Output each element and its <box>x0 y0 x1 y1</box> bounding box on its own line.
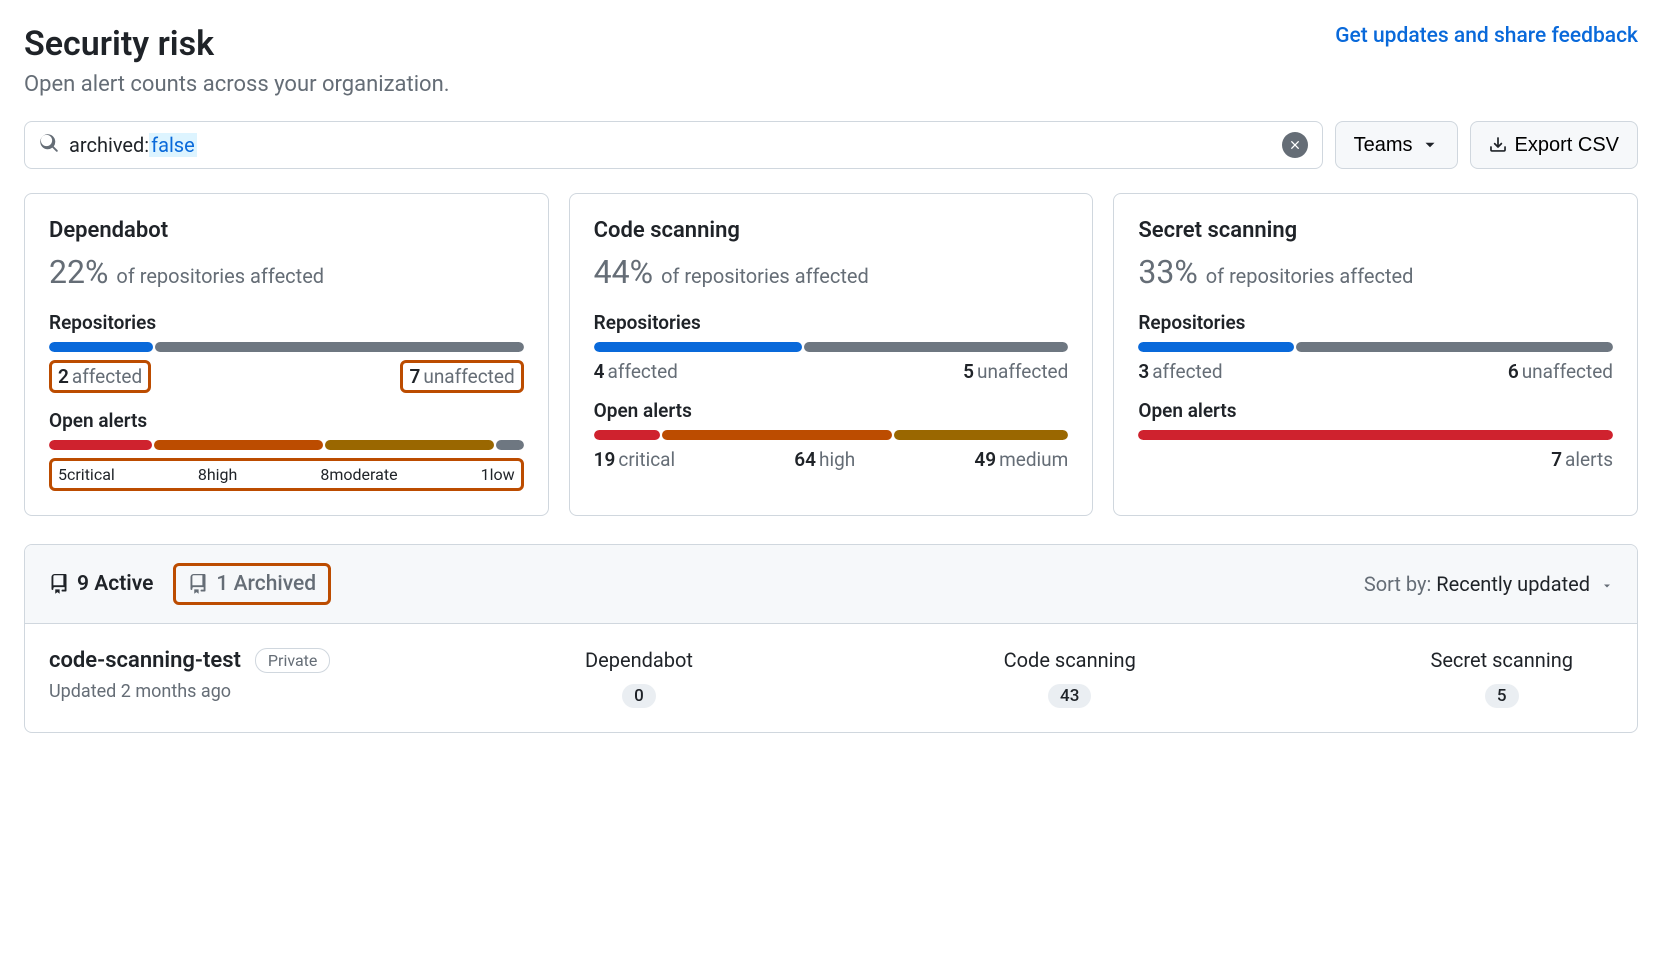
alerts-bar <box>49 440 524 450</box>
search-icon <box>39 133 59 158</box>
repositories-bar <box>594 342 1069 352</box>
unaffected-stat[interactable]: 7unaffected <box>400 360 523 393</box>
code-scanning-card: Code scanning 44% of repositories affect… <box>569 193 1094 516</box>
repositories-label: Repositories <box>1138 311 1613 334</box>
alert-count[interactable]: 43 <box>1048 684 1091 708</box>
open-alerts-label: Open alerts <box>49 409 524 432</box>
code-scanning-column: Code scanning 43 <box>1000 648 1140 708</box>
affected-stat[interactable]: 3affected <box>1138 360 1222 383</box>
alert-count[interactable]: 0 <box>622 684 656 708</box>
percent-affected: 44% <box>594 253 653 291</box>
alert-count[interactable]: 5 <box>1485 684 1519 708</box>
tab-active[interactable]: 9 Active <box>49 572 153 596</box>
alerts-breakdown: 19critical 64high 49medium <box>594 448 1069 471</box>
repo-icon <box>49 574 69 594</box>
dependabot-card: Dependabot 22% of repositories affected … <box>24 193 549 516</box>
unaffected-stat[interactable]: 6unaffected <box>1508 360 1613 383</box>
download-icon <box>1489 136 1507 154</box>
repositories-bar <box>1138 342 1613 352</box>
percent-affected: 33% <box>1138 253 1197 291</box>
search-query: archived:false <box>69 133 1272 157</box>
repositories-label: Repositories <box>49 311 524 334</box>
clear-icon[interactable] <box>1282 132 1308 158</box>
alerts-bar <box>1138 430 1613 440</box>
repository-list: 9 Active 1 Archived Sort by: Recently up… <box>24 544 1638 733</box>
alerts-bar <box>594 430 1069 440</box>
card-title: Code scanning <box>594 218 1069 243</box>
card-title: Secret scanning <box>1138 218 1613 243</box>
repo-icon <box>188 574 208 594</box>
affected-stat[interactable]: 2affected <box>49 360 151 393</box>
repositories-label: Repositories <box>594 311 1069 334</box>
alerts-breakdown[interactable]: 5critical 8high 8moderate 1low <box>49 458 524 491</box>
repo-updated: Updated 2 months ago <box>49 681 569 702</box>
card-title: Dependabot <box>49 218 524 243</box>
export-csv-button[interactable]: Export CSV <box>1470 121 1638 169</box>
alerts-breakdown: 7alerts <box>1138 448 1613 471</box>
caret-down-icon <box>1601 580 1613 592</box>
caret-down-icon <box>1421 136 1439 154</box>
teams-button[interactable]: Teams <box>1335 121 1458 169</box>
repositories-bar <box>49 342 524 352</box>
open-alerts-label: Open alerts <box>1138 399 1613 422</box>
sort-by-dropdown[interactable]: Sort by: Recently updated <box>1364 572 1613 596</box>
open-alerts-label: Open alerts <box>594 399 1069 422</box>
repo-name[interactable]: code-scanning-test <box>49 648 241 673</box>
dependabot-column: Dependabot 0 <box>569 648 709 708</box>
table-row[interactable]: code-scanning-test Private Updated 2 mon… <box>25 624 1637 732</box>
page-title: Security risk <box>24 24 214 64</box>
page-subtitle: Open alert counts across your organizati… <box>24 72 1638 97</box>
percent-affected: 22% <box>49 253 108 291</box>
unaffected-stat[interactable]: 5unaffected <box>963 360 1068 383</box>
feedback-link[interactable]: Get updates and share feedback <box>1335 24 1638 48</box>
secret-scanning-column: Secret scanning 5 <box>1430 648 1573 708</box>
tab-archived[interactable]: 1 Archived <box>173 563 331 605</box>
visibility-badge: Private <box>255 648 330 673</box>
search-input[interactable]: archived:false <box>24 121 1323 169</box>
secret-scanning-card: Secret scanning 33% of repositories affe… <box>1113 193 1638 516</box>
affected-stat[interactable]: 4affected <box>594 360 678 383</box>
